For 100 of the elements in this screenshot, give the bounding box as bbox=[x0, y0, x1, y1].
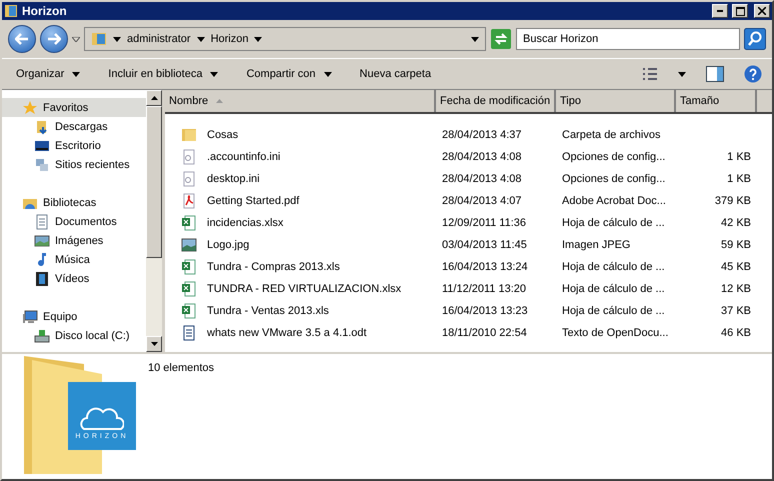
nav-item[interactable]: Bibliotecas bbox=[2, 193, 146, 212]
close-icon bbox=[758, 7, 766, 15]
table-cell-text: 12/09/2011 11:36 bbox=[441, 217, 528, 229]
table-cell-text: Texto de OpenDocu... bbox=[561, 327, 670, 339]
spreadsheet-file-icon bbox=[181, 215, 197, 231]
maximize-button[interactable] bbox=[732, 4, 748, 18]
column-header[interactable]: Nombre bbox=[165, 90, 436, 112]
caret-icon[interactable] bbox=[72, 36, 80, 42]
nav-item[interactable]: Favoritos bbox=[2, 98, 146, 117]
table-cell-text: 1 KB bbox=[726, 151, 752, 163]
nav-item[interactable]: Imágenes bbox=[2, 231, 146, 250]
table-cell-text: Hoja de cálculo de ... bbox=[561, 217, 666, 229]
minimize-icon bbox=[717, 10, 723, 12]
breadcrumb[interactable]: Horizon bbox=[210, 33, 248, 45]
file-name[interactable]: .accountinfo.ini bbox=[201, 151, 286, 163]
maximize-icon bbox=[736, 6, 744, 16]
back-button[interactable] bbox=[8, 25, 36, 53]
view-list-icon[interactable] bbox=[642, 67, 658, 81]
spreadsheet-file-icon bbox=[181, 303, 197, 319]
toolbar-button[interactable]: Compartir con bbox=[242, 66, 336, 82]
scrollbar[interactable] bbox=[146, 90, 162, 352]
computer-icon bbox=[22, 308, 38, 324]
table-cell-text: 18/11/2010 22:54 bbox=[441, 327, 528, 339]
left-arrow-icon bbox=[15, 33, 29, 45]
table-cell-text: 379 KB bbox=[714, 195, 752, 207]
table-cell-text: 1 KB bbox=[726, 173, 752, 185]
file-name[interactable]: desktop.ini bbox=[201, 173, 266, 185]
file-name[interactable]: Getting Started.pdf bbox=[201, 195, 306, 207]
toolbar-button[interactable]: Organizar bbox=[12, 66, 84, 82]
text-file-icon bbox=[181, 325, 197, 341]
close-button[interactable] bbox=[754, 4, 770, 18]
table-cell-text: 28/04/2013 4:37 bbox=[441, 129, 523, 141]
table-cell-text: Hoja de cálculo de ... bbox=[561, 305, 666, 317]
up-arrow-icon[interactable] bbox=[150, 96, 158, 100]
table-cell-text: 59 KB bbox=[720, 239, 752, 251]
recent-places-icon bbox=[34, 156, 50, 172]
settings-file-icon bbox=[181, 171, 197, 187]
table-cell-text: Opciones de config... bbox=[561, 151, 666, 163]
refresh-icon[interactable] bbox=[490, 28, 512, 50]
file-name[interactable]: Tundra - Ventas 2013.xls bbox=[201, 305, 335, 317]
pdf-file-icon bbox=[181, 193, 197, 209]
nav-item[interactable]: Descargas bbox=[2, 117, 146, 136]
nav-item[interactable]: Equipo bbox=[2, 307, 146, 326]
table-cell-text: 03/04/2013 11:45 bbox=[441, 239, 528, 251]
column-header[interactable]: Tipo bbox=[556, 90, 676, 112]
caret-icon bbox=[113, 36, 121, 42]
breadcrumb[interactable]: administrator bbox=[127, 33, 191, 45]
folder-icon bbox=[4, 4, 18, 18]
table-cell-text: Carpeta de archivos bbox=[561, 129, 662, 141]
search-field[interactable]: Buscar Horizon bbox=[516, 28, 740, 50]
table-cell-text: 28/04/2013 4:07 bbox=[441, 195, 523, 207]
table-cell-text: 11/12/2011 13:20 bbox=[441, 283, 528, 295]
minimize-button[interactable] bbox=[712, 4, 728, 18]
table-cell-text: Hoja de cálculo de ... bbox=[561, 283, 666, 295]
table-cell-text: 28/04/2013 4:08 bbox=[441, 151, 523, 163]
nav-item[interactable]: Sitios recientes bbox=[2, 155, 146, 174]
file-name[interactable]: incidencias.xlsx bbox=[201, 217, 290, 229]
file-name[interactable]: Logo.jpg bbox=[201, 239, 256, 251]
item-count: 10 elementos bbox=[148, 362, 214, 376]
file-name[interactable]: Cosas bbox=[201, 129, 244, 141]
settings-file-icon bbox=[181, 149, 197, 165]
column-header[interactable]: Fecha de modificación bbox=[436, 90, 556, 112]
caret-icon bbox=[254, 36, 262, 42]
spreadsheet-file-icon bbox=[181, 281, 197, 297]
table-cell-text: Opciones de config... bbox=[561, 173, 666, 185]
table-cell-text: 16/04/2013 13:23 bbox=[441, 305, 529, 317]
table-cell-text: 45 KB bbox=[720, 261, 752, 273]
nav-item[interactable]: Disco local (C:) bbox=[2, 326, 146, 345]
image-file-icon bbox=[181, 237, 197, 253]
nav-item[interactable]: Música bbox=[2, 250, 146, 269]
help-icon[interactable] bbox=[744, 65, 762, 83]
preview-pane-icon[interactable] bbox=[706, 66, 724, 82]
spreadsheet-file-icon bbox=[181, 259, 197, 275]
drive-icon bbox=[34, 328, 50, 344]
table-cell-text: Imagen JPEG bbox=[561, 239, 632, 251]
caret-icon bbox=[678, 72, 686, 76]
file-name[interactable]: TUNDRA - RED VIRTUALIZACION.xlsx bbox=[201, 283, 408, 295]
nav-item[interactable]: Documentos bbox=[2, 212, 146, 231]
down-arrow-icon[interactable] bbox=[150, 342, 158, 346]
file-name[interactable]: whats new VMware 3.5 a 4.1.odt bbox=[201, 327, 373, 339]
search-icon[interactable] bbox=[744, 28, 766, 50]
image-icon bbox=[34, 232, 50, 248]
toolbar-button[interactable]: Incluir en biblioteca bbox=[104, 66, 222, 82]
folder-icon bbox=[91, 31, 107, 47]
table-cell-text: Hoja de cálculo de ... bbox=[561, 261, 666, 273]
table-cell-text: 37 KB bbox=[720, 305, 752, 317]
column-header[interactable]: Tamaño bbox=[676, 90, 757, 112]
address-bar[interactable]: administrator Horizon bbox=[84, 27, 486, 51]
table-cell-text: 28/04/2013 4:08 bbox=[441, 173, 523, 185]
file-name[interactable]: Tundra - Compras 2013.xls bbox=[201, 261, 346, 273]
sort-icon bbox=[216, 99, 224, 103]
nav-item[interactable]: Vídeos bbox=[2, 269, 146, 288]
forward-button[interactable] bbox=[40, 25, 68, 53]
film-icon bbox=[34, 270, 50, 286]
table-cell-text: 42 KB bbox=[720, 217, 752, 229]
toolbar-button[interactable]: Nueva carpeta bbox=[356, 66, 436, 82]
folder-icon bbox=[181, 127, 197, 143]
table-cell-text: 46 KB bbox=[720, 327, 752, 339]
table-cell-text: 16/04/2013 13:24 bbox=[441, 261, 529, 273]
nav-item[interactable]: Escritorio bbox=[2, 136, 146, 155]
